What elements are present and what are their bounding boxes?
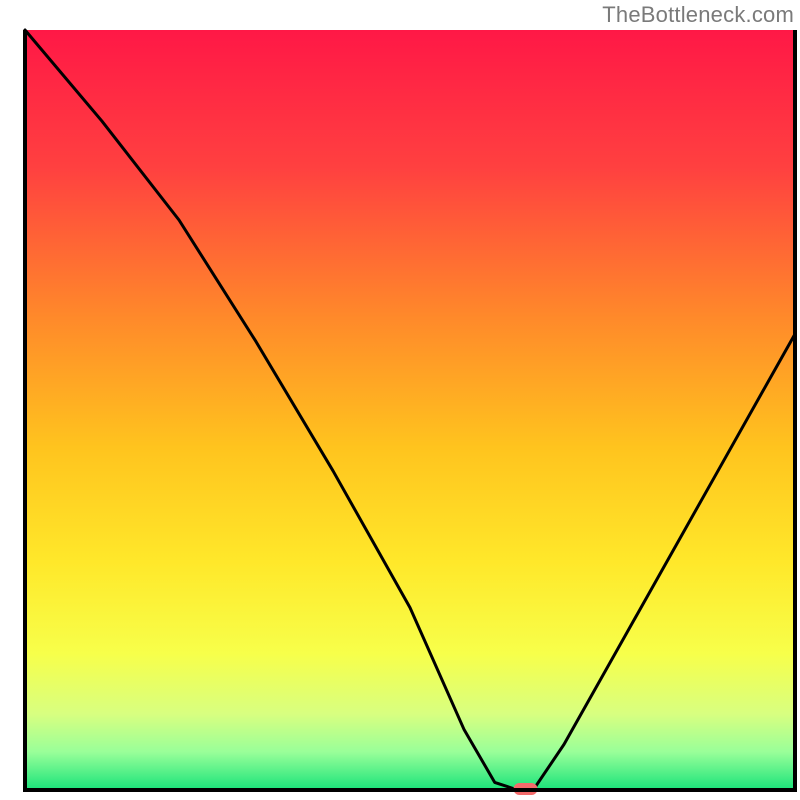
bottleneck-chart [0, 0, 800, 800]
chart-container: TheBottleneck.com [0, 0, 800, 800]
plot-background [25, 30, 795, 790]
watermark-text: TheBottleneck.com [602, 2, 794, 28]
